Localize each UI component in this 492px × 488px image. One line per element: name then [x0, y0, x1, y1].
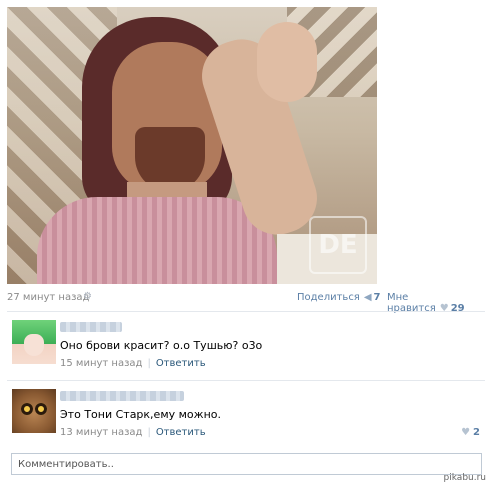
divider: [7, 311, 485, 312]
author-name-blurred[interactable]: [60, 322, 122, 332]
post-meta: 27 минут назад ⚙ Поделиться ◀ 7 Мне нравит…: [7, 290, 485, 315]
post-time[interactable]: 27 минут назад: [7, 292, 89, 303]
megaphone-icon: ◀: [363, 292, 372, 303]
reply-link[interactable]: Ответить: [156, 427, 206, 438]
post-photo[interactable]: DE: [7, 7, 377, 284]
comment-text: Оно брови красит? о.о Тушью? о3о: [60, 339, 263, 352]
reply-link[interactable]: Ответить: [156, 358, 206, 369]
photo-watermark-logo: DE: [309, 216, 367, 274]
comment-text: Это Тони Старк,ему можно.: [60, 408, 221, 421]
settings-icon[interactable]: ⚙: [83, 292, 92, 302]
comment-input-box[interactable]: [11, 453, 482, 475]
comment-like-count: 2: [473, 427, 480, 438]
like-count: 29: [450, 303, 465, 314]
share-count: 7: [373, 292, 381, 303]
comment-item: Оно брови красит? о.о Тушью? о3о 15 мину…: [7, 320, 485, 375]
comment-item: Это Тони Старк,ему можно. 13 минут назад…: [7, 389, 485, 444]
heart-icon: ♥: [439, 303, 449, 314]
site-watermark: pikabu.ru: [443, 473, 486, 483]
heart-icon: ♥: [461, 427, 471, 438]
comment-meta: 15 минут назад | Ответить: [60, 358, 206, 369]
comment-time[interactable]: 13 минут назад: [60, 427, 142, 438]
author-name-blurred[interactable]: [60, 391, 184, 401]
comment-input[interactable]: [12, 454, 481, 474]
avatar[interactable]: [12, 320, 56, 364]
photo-torso: [37, 197, 277, 284]
comment-time[interactable]: 15 минут назад: [60, 358, 142, 369]
share-label: Поделиться: [297, 292, 360, 303]
comment-meta: 13 минут назад | Ответить: [60, 427, 206, 438]
avatar[interactable]: [12, 389, 56, 433]
separator: |: [147, 427, 151, 438]
separator: |: [147, 358, 151, 369]
divider: [7, 380, 485, 381]
photo-hand: [257, 22, 317, 102]
comment-like-button[interactable]: ♥ 2: [461, 427, 480, 438]
share-button[interactable]: Поделиться ◀ 7: [297, 292, 381, 303]
